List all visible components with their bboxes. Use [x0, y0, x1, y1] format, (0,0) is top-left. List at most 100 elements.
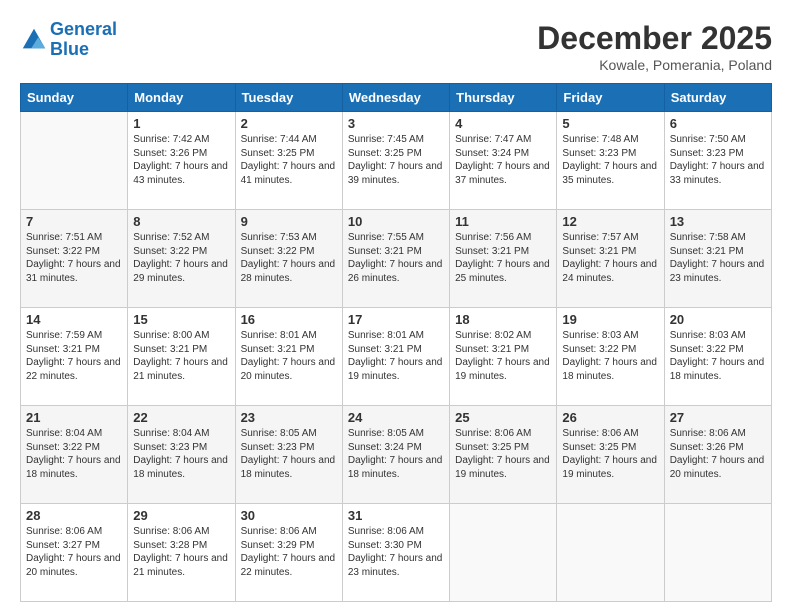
calendar-cell: 4Sunrise: 7:47 AMSunset: 3:24 PMDaylight… [450, 112, 557, 210]
calendar-week-row: 1Sunrise: 7:42 AMSunset: 3:26 PMDaylight… [21, 112, 772, 210]
day-number: 15 [133, 312, 229, 327]
day-number: 14 [26, 312, 122, 327]
day-number: 28 [26, 508, 122, 523]
cell-info: Sunrise: 7:42 AMSunset: 3:26 PMDaylight:… [133, 133, 229, 187]
cell-info: Sunrise: 8:06 AMSunset: 3:27 PMDaylight:… [26, 525, 122, 579]
calendar-cell: 25 Sunrise: 8:06 AMSunset: 3:25 PMDayligh… [450, 406, 557, 504]
cell-info: Sunrise: 8:06 AMSunset: 3:26 PMDaylight:… [670, 427, 766, 481]
cell-info: Sunrise: 7:53 AMSunset: 3:22 PMDaylight:… [241, 231, 337, 285]
day-number: 26 [562, 410, 658, 425]
calendar-cell [664, 504, 771, 602]
calendar-cell: 29Sunrise: 8:06 AMSunset: 3:28 PMDayligh… [128, 504, 235, 602]
cell-info: Sunrise: 8:03 AMSunset: 3:22 PMDaylight:… [670, 329, 766, 383]
day-number: 27 [670, 410, 766, 425]
day-number: 3 [348, 116, 444, 131]
day-number: 13 [670, 214, 766, 229]
day-number: 11 [455, 214, 551, 229]
day-number: 25 [455, 410, 551, 425]
cell-info: Sunrise: 7:45 AMSunset: 3:25 PMDaylight:… [348, 133, 444, 187]
location: Kowale, Pomerania, Poland [537, 57, 772, 73]
calendar-week-row: 21 Sunrise: 8:04 AMSunset: 3:22 PMDayligh… [21, 406, 772, 504]
calendar-cell: 23 Sunrise: 8:05 AMSunset: 3:23 PMDayligh… [235, 406, 342, 504]
day-number: 7 [26, 214, 122, 229]
calendar-cell: 10Sunrise: 7:55 AMSunset: 3:21 PMDayligh… [342, 210, 449, 308]
cell-info: Sunrise: 8:05 AMSunset: 3:23 PMDaylight:… [241, 427, 337, 481]
cell-info: Sunrise: 7:57 AMSunset: 3:21 PMDaylight:… [562, 231, 658, 285]
day-number: 20 [670, 312, 766, 327]
month-year: December 2025 [537, 20, 772, 57]
day-number: 5 [562, 116, 658, 131]
calendar-cell: 13Sunrise: 7:58 AMSunset: 3:21 PMDayligh… [664, 210, 771, 308]
cell-info: Sunrise: 8:05 AMSunset: 3:24 PMDaylight:… [348, 427, 444, 481]
day-number: 31 [348, 508, 444, 523]
calendar-cell: 21 Sunrise: 8:04 AMSunset: 3:22 PMDayligh… [21, 406, 128, 504]
day-number: 8 [133, 214, 229, 229]
calendar-cell: 19 Sunrise: 8:03 AMSunset: 3:22 PMDayligh… [557, 308, 664, 406]
cell-info: Sunrise: 7:59 AMSunset: 3:21 PMDaylight:… [26, 329, 122, 383]
day-number: 21 [26, 410, 122, 425]
cell-info: Sunrise: 8:06 AMSunset: 3:25 PMDaylight:… [562, 427, 658, 481]
weekday-header-monday: Monday [128, 84, 235, 112]
cell-info: Sunrise: 7:56 AMSunset: 3:21 PMDaylight:… [455, 231, 551, 285]
cell-info: Sunrise: 8:04 AMSunset: 3:22 PMDaylight:… [26, 427, 122, 481]
calendar-cell: 16 Sunrise: 8:01 AMSunset: 3:21 PMDayligh… [235, 308, 342, 406]
calendar-cell: 27 Sunrise: 8:06 AMSunset: 3:26 PMDayligh… [664, 406, 771, 504]
day-number: 24 [348, 410, 444, 425]
cell-info: Sunrise: 8:02 AMSunset: 3:21 PMDaylight:… [455, 329, 551, 383]
cell-info: Sunrise: 8:01 AMSunset: 3:21 PMDaylight:… [348, 329, 444, 383]
header: General Blue December 2025 Kowale, Pomer… [20, 20, 772, 73]
weekday-header-saturday: Saturday [664, 84, 771, 112]
title-block: December 2025 Kowale, Pomerania, Poland [537, 20, 772, 73]
cell-info: Sunrise: 8:00 AMSunset: 3:21 PMDaylight:… [133, 329, 229, 383]
cell-info: Sunrise: 7:52 AMSunset: 3:22 PMDaylight:… [133, 231, 229, 285]
weekday-header-sunday: Sunday [21, 84, 128, 112]
calendar-cell: 1Sunrise: 7:42 AMSunset: 3:26 PMDaylight… [128, 112, 235, 210]
cell-info: Sunrise: 8:03 AMSunset: 3:22 PMDaylight:… [562, 329, 658, 383]
day-number: 10 [348, 214, 444, 229]
calendar-cell: 6 Sunrise: 7:50 AMSunset: 3:23 PMDaylight… [664, 112, 771, 210]
calendar-cell: 30 Sunrise: 8:06 AMSunset: 3:29 PMDayligh… [235, 504, 342, 602]
calendar-cell: 18 Sunrise: 8:02 AMSunset: 3:21 PMDayligh… [450, 308, 557, 406]
calendar-cell: 15 Sunrise: 8:00 AMSunset: 3:21 PMDayligh… [128, 308, 235, 406]
calendar-cell: 2Sunrise: 7:44 AMSunset: 3:25 PMDaylight… [235, 112, 342, 210]
calendar-week-row: 7Sunrise: 7:51 AMSunset: 3:22 PMDaylight… [21, 210, 772, 308]
cell-info: Sunrise: 8:06 AMSunset: 3:29 PMDaylight:… [241, 525, 337, 579]
logo: General Blue [20, 20, 117, 60]
logo-icon [20, 26, 48, 54]
calendar-week-row: 28 Sunrise: 8:06 AMSunset: 3:27 PMDayligh… [21, 504, 772, 602]
calendar-cell: 12 Sunrise: 7:57 AMSunset: 3:21 PMDayligh… [557, 210, 664, 308]
day-number: 9 [241, 214, 337, 229]
weekday-header-tuesday: Tuesday [235, 84, 342, 112]
calendar-cell: 26 Sunrise: 8:06 AMSunset: 3:25 PMDayligh… [557, 406, 664, 504]
day-number: 16 [241, 312, 337, 327]
calendar-cell: 20 Sunrise: 8:03 AMSunset: 3:22 PMDayligh… [664, 308, 771, 406]
weekday-header-thursday: Thursday [450, 84, 557, 112]
calendar-week-row: 14 Sunrise: 7:59 AMSunset: 3:21 PMDayligh… [21, 308, 772, 406]
day-number: 17 [348, 312, 444, 327]
cell-info: Sunrise: 7:47 AMSunset: 3:24 PMDaylight:… [455, 133, 551, 187]
calendar-cell: 14 Sunrise: 7:59 AMSunset: 3:21 PMDayligh… [21, 308, 128, 406]
calendar-cell: 28 Sunrise: 8:06 AMSunset: 3:27 PMDayligh… [21, 504, 128, 602]
day-number: 18 [455, 312, 551, 327]
cell-info: Sunrise: 8:01 AMSunset: 3:21 PMDaylight:… [241, 329, 337, 383]
day-number: 29 [133, 508, 229, 523]
day-number: 12 [562, 214, 658, 229]
day-number: 23 [241, 410, 337, 425]
cell-info: Sunrise: 8:04 AMSunset: 3:23 PMDaylight:… [133, 427, 229, 481]
cell-info: Sunrise: 7:50 AMSunset: 3:23 PMDaylight:… [670, 133, 766, 187]
cell-info: Sunrise: 8:06 AMSunset: 3:25 PMDaylight:… [455, 427, 551, 481]
calendar-cell: 31Sunrise: 8:06 AMSunset: 3:30 PMDayligh… [342, 504, 449, 602]
weekday-header-friday: Friday [557, 84, 664, 112]
logo-text: General Blue [50, 20, 117, 60]
calendar-cell: 11 Sunrise: 7:56 AMSunset: 3:21 PMDayligh… [450, 210, 557, 308]
calendar-cell: 5Sunrise: 7:48 AMSunset: 3:23 PMDaylight… [557, 112, 664, 210]
calendar-cell: 24 Sunrise: 8:05 AMSunset: 3:24 PMDayligh… [342, 406, 449, 504]
day-number: 6 [670, 116, 766, 131]
day-number: 30 [241, 508, 337, 523]
calendar-cell: 3 Sunrise: 7:45 AMSunset: 3:25 PMDaylight… [342, 112, 449, 210]
calendar-cell [557, 504, 664, 602]
calendar-cell: 22Sunrise: 8:04 AMSunset: 3:23 PMDayligh… [128, 406, 235, 504]
calendar-cell [21, 112, 128, 210]
weekday-header-row: SundayMondayTuesdayWednesdayThursdayFrid… [21, 84, 772, 112]
day-number: 19 [562, 312, 658, 327]
